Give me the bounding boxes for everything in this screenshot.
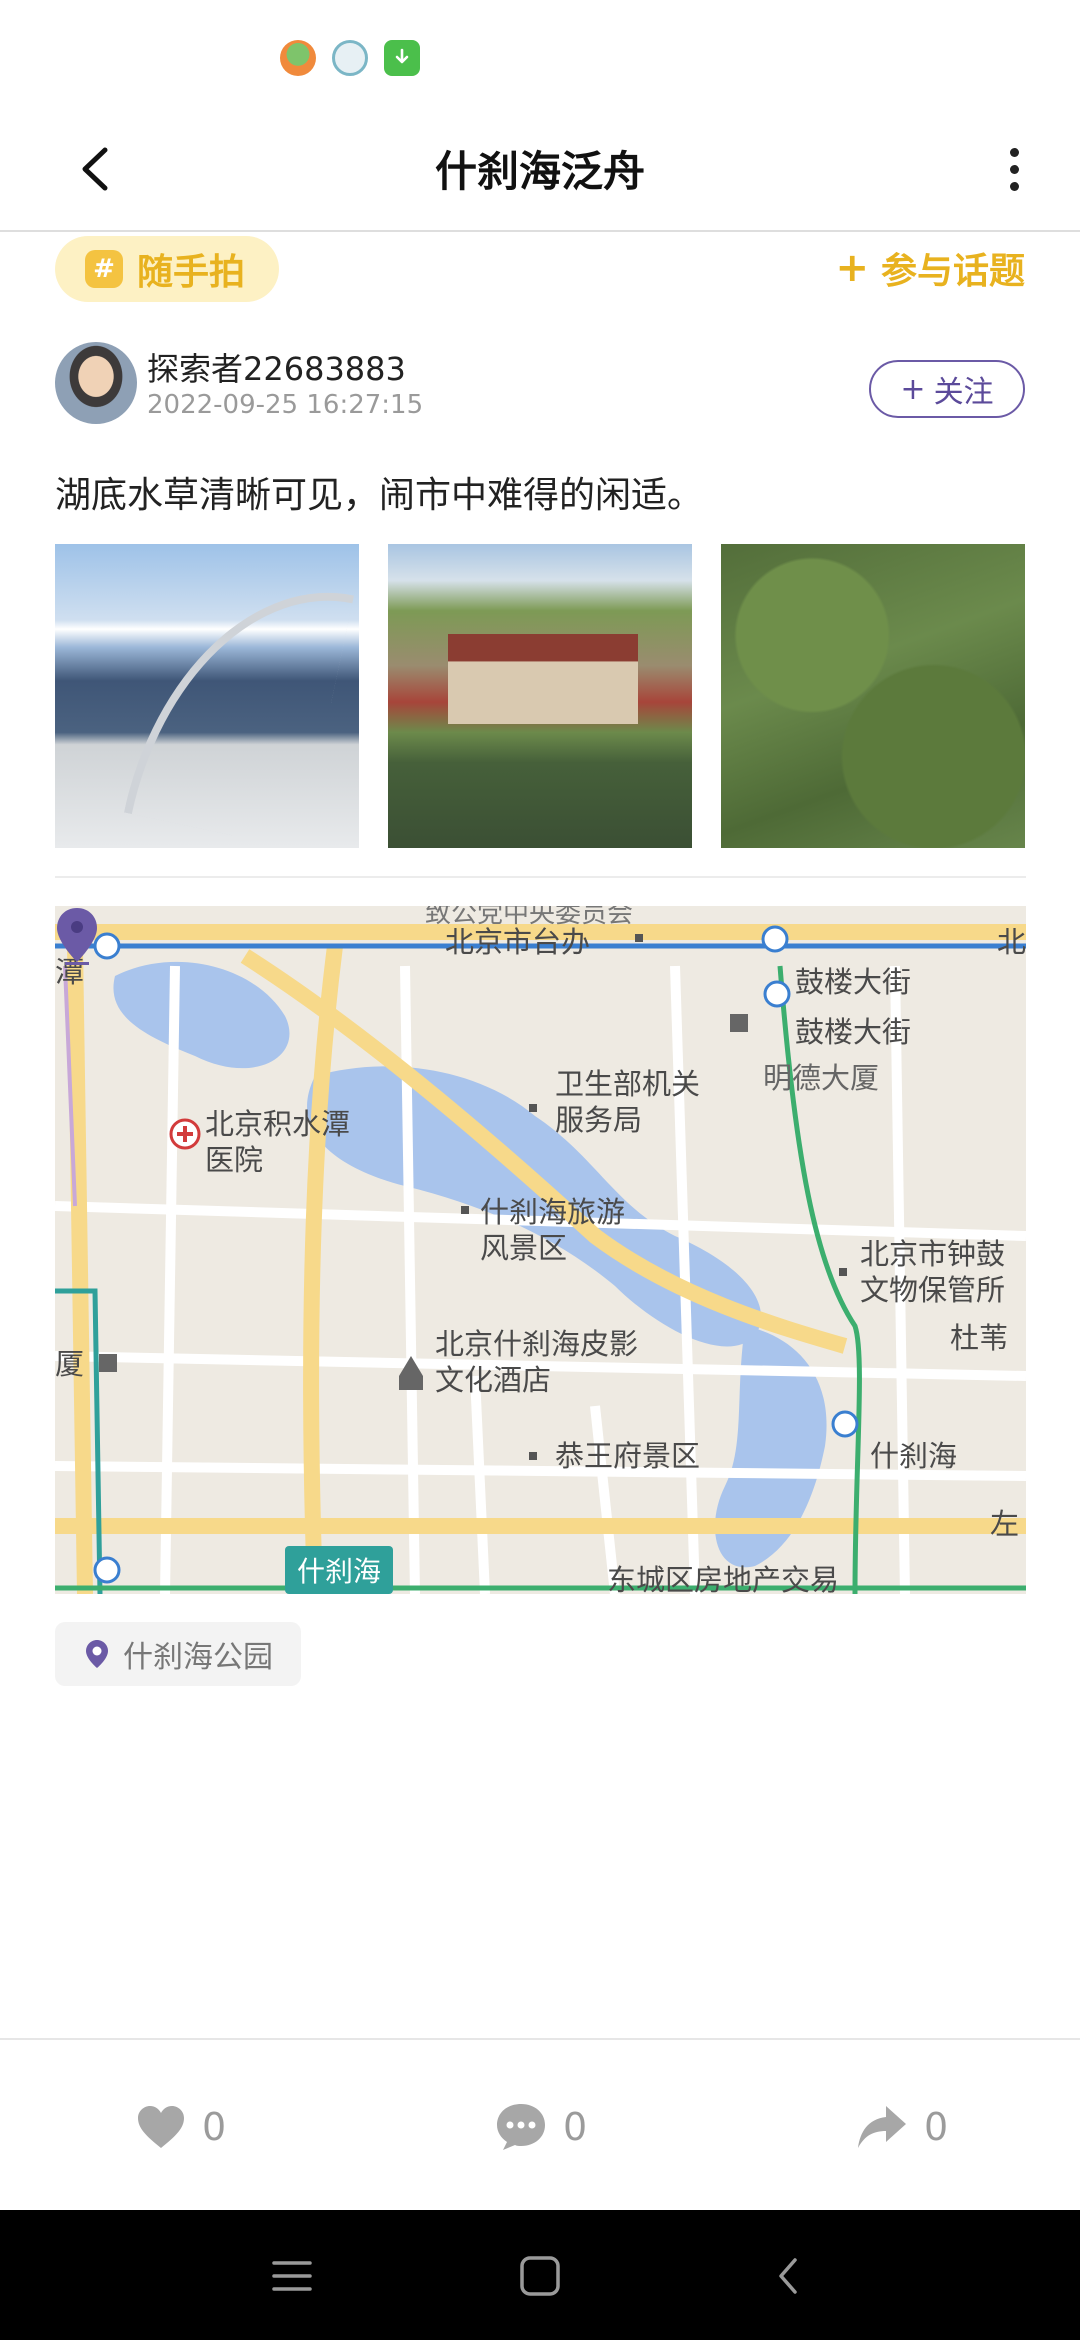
avatar[interactable]	[55, 342, 137, 424]
water-grass-photo[interactable]	[721, 544, 1025, 848]
divider	[55, 876, 1026, 878]
map-label: 卫生部机关 服务局	[555, 1067, 701, 1138]
map-label: 北京市钟鼓 文物保管所	[860, 1237, 1006, 1308]
follow-button[interactable]: + 关注	[869, 360, 1025, 418]
subway-station-badge: 什刹海	[285, 1546, 394, 1594]
plus-icon: +	[835, 245, 869, 291]
system-back-button[interactable]	[758, 2246, 818, 2306]
cloud-icon	[332, 40, 368, 76]
pavilion-willow-photo[interactable]	[388, 544, 692, 848]
map-label: 什刹海旅游 风景区	[480, 1195, 626, 1266]
heart-icon	[138, 2106, 184, 2148]
map-label: 北京什刹海皮影 文化酒店	[435, 1327, 639, 1398]
map-label: 鼓楼大街	[795, 965, 912, 999]
map-label: 北京积水潭 医院	[205, 1107, 351, 1178]
location-pin-icon	[86, 1640, 108, 1668]
lake-boat-photo[interactable]	[55, 544, 359, 848]
map-label: 东城区房地产交易	[607, 1563, 840, 1594]
map-label: 鼓楼大街	[795, 1015, 912, 1049]
menu-icon	[272, 2261, 312, 2291]
app-mascot-icon	[280, 40, 316, 76]
status-icons	[280, 40, 420, 76]
join-topic-button[interactable]: + 参与话题	[835, 242, 1025, 294]
download-icon	[384, 40, 420, 76]
location-chip[interactable]: 什刹海公园	[55, 1622, 301, 1686]
comment-button[interactable]: 0	[495, 2092, 587, 2162]
map-label: 杜苇	[950, 1321, 1009, 1355]
status-bar	[0, 0, 1080, 110]
back-icon	[779, 2258, 797, 2294]
map-label: 恭王府景区	[555, 1439, 701, 1473]
share-button[interactable]: 0	[856, 2092, 948, 2162]
topic-label: 随手拍	[137, 252, 246, 293]
like-count: 0	[202, 2105, 227, 2149]
post-text: 湖底水草清晰可见，闹市中难得的闲适。	[55, 475, 704, 516]
follow-label: 关注	[933, 375, 994, 410]
post-timestamp: 2022-09-25 16:27:15	[147, 390, 424, 420]
location-label: 什刹海公园	[123, 1640, 273, 1675]
comment-icon	[497, 2104, 545, 2150]
like-button[interactable]: 0	[136, 2092, 226, 2162]
map-label: 什刹海	[870, 1439, 958, 1473]
home-icon	[520, 2256, 560, 2296]
join-topic-label: 参与话题	[880, 251, 1025, 292]
share-icon	[858, 2106, 906, 2148]
map-label: 明德大厦	[763, 1061, 880, 1095]
author-name[interactable]: 探索者22683883	[147, 344, 406, 390]
topic-tag[interactable]: # 随手拍	[55, 236, 280, 302]
location-map[interactable]: 致公党中央委员会 北京市台办 北 潭 鼓楼大街 鼓楼大街 明德大厦 卫生部机关 …	[55, 906, 1026, 1594]
more-button[interactable]	[984, 134, 1044, 204]
menu-button[interactable]	[262, 2246, 322, 2306]
map-label: 北	[997, 925, 1026, 959]
map-label: 北京市台办	[445, 925, 591, 959]
home-button[interactable]	[510, 2246, 570, 2306]
more-vertical-icon	[1009, 147, 1019, 157]
share-count: 0	[924, 2105, 949, 2149]
app-bar: 什刹海泛舟	[0, 110, 1080, 232]
page-title: 什刹海泛舟	[434, 147, 645, 196]
comment-count: 0	[563, 2105, 588, 2149]
plus-icon: +	[900, 371, 926, 407]
divider	[0, 2038, 1080, 2040]
map-pin-icon	[57, 908, 97, 965]
system-nav-bar	[0, 2210, 1080, 2340]
map-label: 厦	[55, 1347, 85, 1381]
map-label: 左	[990, 1507, 1020, 1541]
photo-grid	[55, 544, 1026, 848]
hash-icon: #	[85, 250, 123, 288]
